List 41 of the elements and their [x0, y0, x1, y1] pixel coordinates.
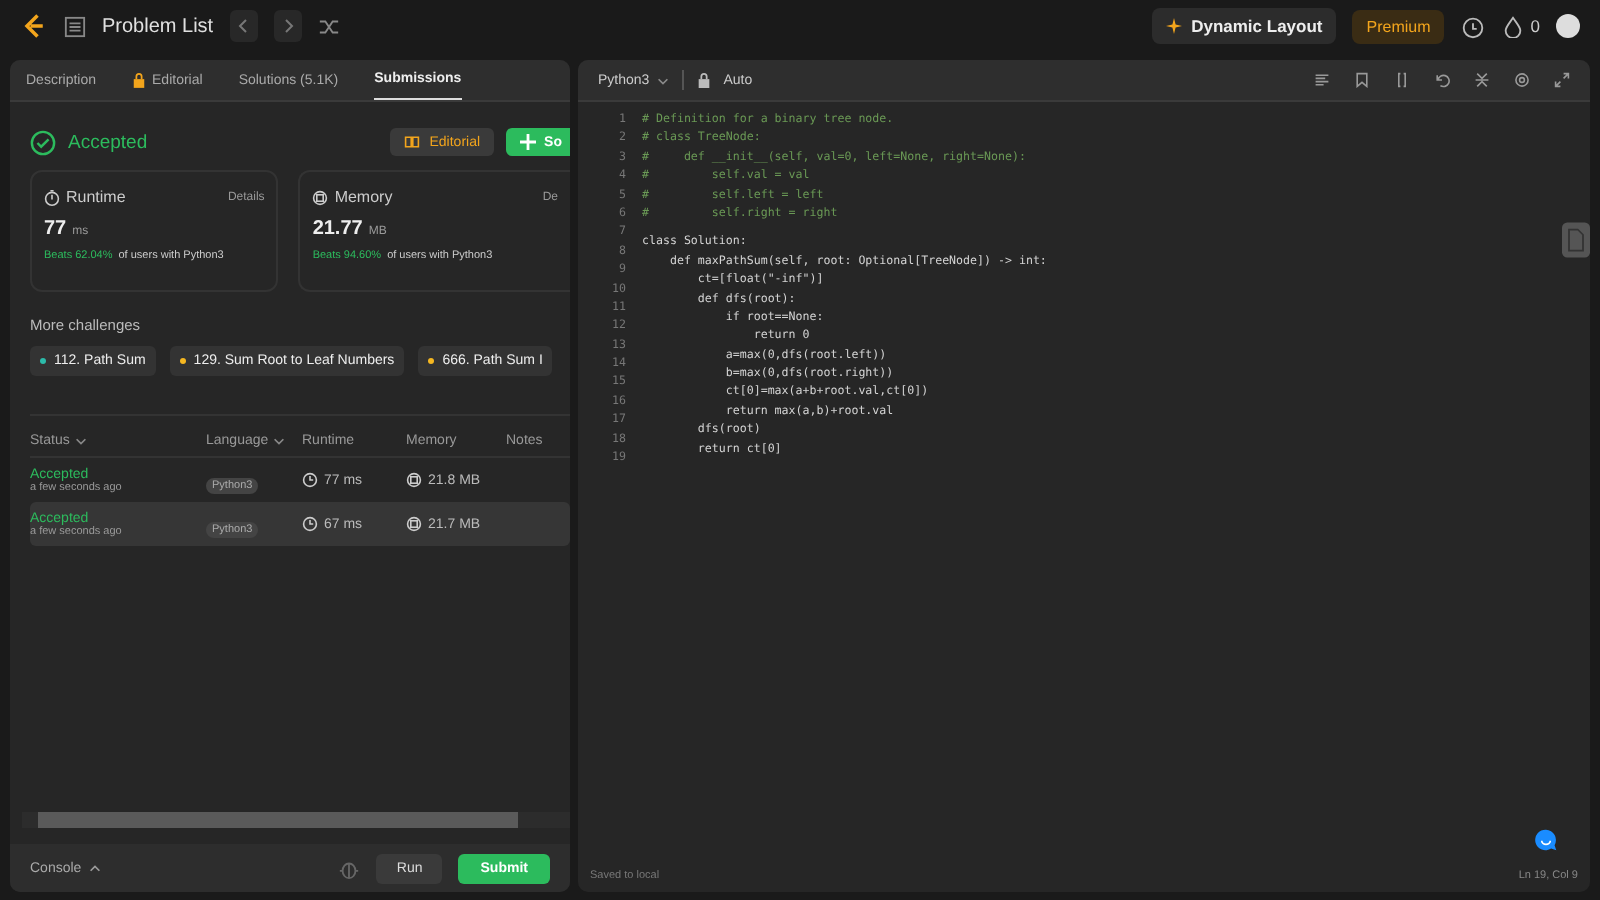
undo-icon[interactable]	[1434, 72, 1450, 88]
next-button[interactable]	[273, 10, 302, 42]
format-icon[interactable]	[1314, 72, 1330, 88]
chevron-up-icon	[87, 861, 102, 875]
streak-count: 0	[1530, 16, 1540, 36]
stat-label: Memory	[334, 188, 393, 206]
chat-icon[interactable]	[1534, 828, 1558, 852]
horizontal-scrollbar[interactable]	[22, 812, 570, 828]
chevron-down-icon	[73, 433, 88, 447]
problem-list-link[interactable]: Problem List	[102, 15, 214, 37]
bookmark-icon[interactable]	[1354, 72, 1370, 88]
list-icon[interactable]	[64, 15, 86, 37]
stat-value: 21.77	[312, 218, 363, 240]
collapse-icon[interactable]	[1474, 72, 1490, 88]
sparkle-icon	[1165, 18, 1182, 34]
settings-icon[interactable]	[1514, 72, 1530, 88]
premium-button[interactable]: Premium	[1352, 9, 1445, 43]
lock-icon	[695, 72, 712, 88]
braces-icon[interactable]	[1394, 72, 1410, 88]
plus-icon	[520, 134, 537, 150]
stat-value: 77	[44, 218, 67, 240]
chevron-down-icon	[272, 433, 287, 447]
dynamic-layout-button[interactable]: Dynamic Layout	[1151, 8, 1337, 44]
clock-icon	[302, 516, 318, 532]
clock-icon	[302, 472, 318, 488]
chevron-down-icon	[655, 73, 670, 87]
chevron-left-icon	[235, 18, 252, 34]
avatar[interactable]	[1556, 14, 1580, 38]
alarm-clock-icon[interactable]	[1460, 13, 1487, 39]
expand-icon[interactable]	[1554, 72, 1570, 88]
chevron-right-icon	[279, 18, 296, 34]
chip-icon	[406, 472, 422, 488]
stopwatch-icon	[44, 189, 60, 205]
chip-icon	[312, 189, 329, 205]
stat-label: Runtime	[66, 188, 126, 206]
accepted-status: Accepted	[68, 131, 148, 153]
check-circle-icon	[30, 129, 56, 155]
prev-button[interactable]	[229, 10, 258, 42]
shuffle-icon[interactable]	[317, 15, 340, 37]
chip-icon	[406, 516, 422, 532]
book-icon	[403, 134, 420, 150]
